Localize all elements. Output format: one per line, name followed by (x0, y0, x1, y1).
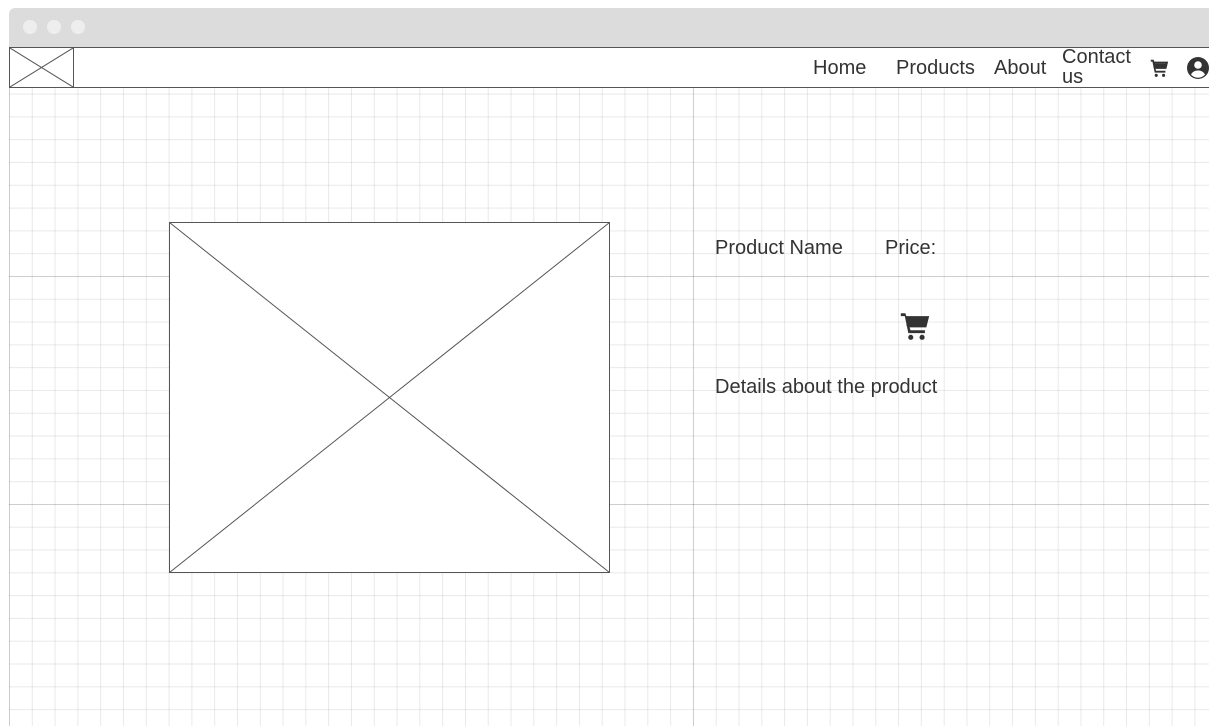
nav-link-contact[interactable]: Contact us (1062, 47, 1140, 87)
add-to-cart-icon[interactable] (898, 309, 932, 348)
account-icon[interactable] (1186, 56, 1209, 85)
product-price-label: Price: (885, 237, 937, 259)
window-dot (23, 20, 37, 34)
nav-link-home[interactable]: Home (813, 57, 866, 80)
navbar: Home Products About Contact us (9, 47, 1209, 88)
browser-chrome (9, 8, 1209, 48)
product-name: Product Name (715, 237, 843, 259)
logo-placeholder[interactable] (10, 48, 74, 87)
nav-link-products[interactable]: Products (896, 57, 975, 80)
product-details: Details about the product (715, 376, 938, 398)
cart-icon[interactable] (1148, 57, 1170, 84)
window-dot (71, 20, 85, 34)
window-dot (47, 20, 61, 34)
product-image-placeholder (169, 222, 610, 573)
nav-link-about[interactable]: About (994, 57, 1046, 80)
